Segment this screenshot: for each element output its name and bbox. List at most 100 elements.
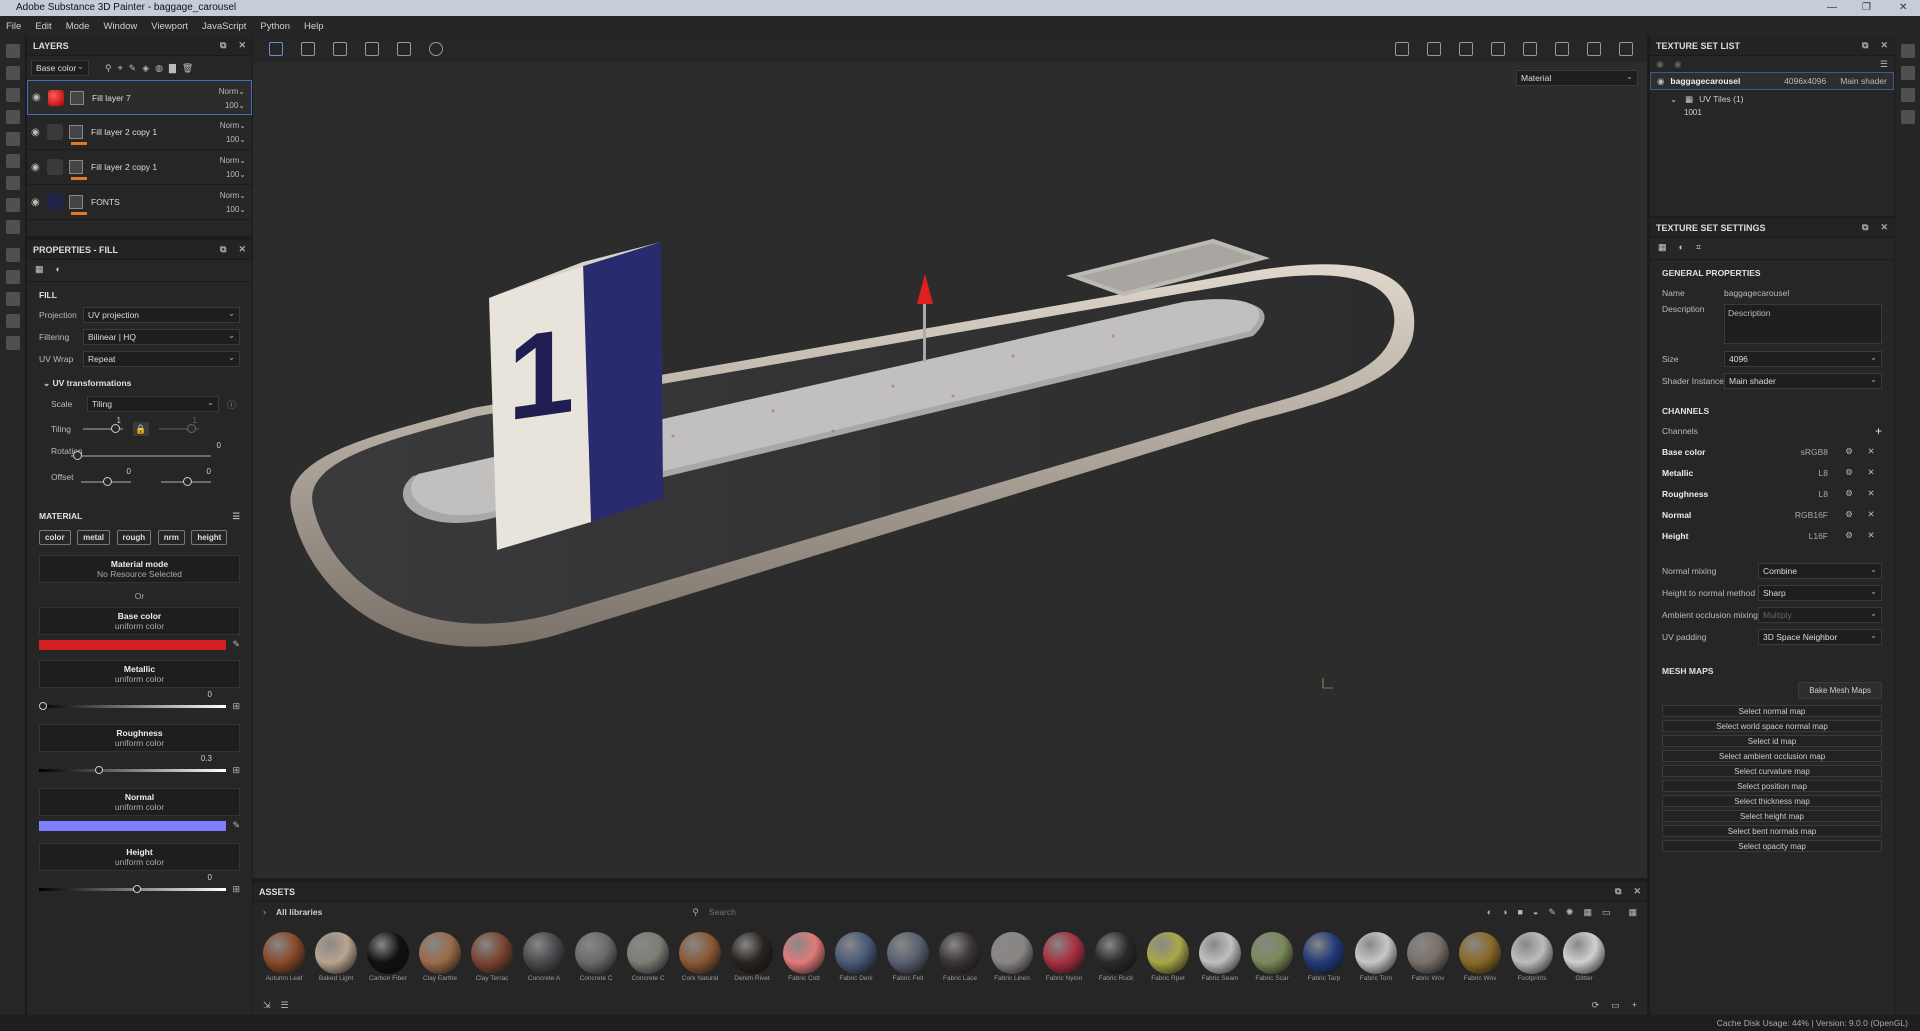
add-group-icon[interactable]: ▇ (169, 63, 176, 74)
grid-size-icon[interactable]: ▦ (1628, 907, 1637, 918)
visibility-eye-icon[interactable]: ◉ (32, 92, 44, 103)
light-icon[interactable] (1555, 42, 1569, 56)
close-panel-icon[interactable]: ✕ (1880, 40, 1888, 51)
add-icon[interactable] (397, 42, 411, 56)
asset-item[interactable]: Fabric Linen (991, 932, 1033, 982)
channel-settings-icon[interactable]: ⚙ (1838, 509, 1860, 520)
screenshot-icon[interactable] (1619, 42, 1633, 56)
log-icon[interactable] (1900, 110, 1915, 124)
tiling-slider[interactable] (83, 424, 123, 433)
display-settings-icon[interactable] (5, 292, 20, 306)
asset-item[interactable]: Baked Light (315, 932, 357, 982)
channel-select[interactable]: Base color (31, 59, 89, 76)
asset-item[interactable]: Fabric Rpet (1147, 932, 1189, 982)
menu-mode[interactable]: Mode (66, 21, 90, 32)
select-mesh-map-button[interactable]: Select height map (1662, 810, 1882, 822)
blend-mode[interactable]: Norm (220, 191, 240, 200)
filter-textures-icon[interactable]: ■ (1517, 907, 1522, 918)
channel-row[interactable]: Height L16F ⚙ ✕ (1650, 525, 1894, 546)
normal-color-swatch[interactable] (39, 820, 227, 831)
window-icon[interactable]: ▭ (1611, 1000, 1620, 1011)
base-color-slot[interactable]: Base color uniform color (39, 607, 240, 635)
paint-brush-icon[interactable] (5, 44, 20, 58)
add-asset-icon[interactable]: + (1632, 1000, 1637, 1011)
chip-rough[interactable]: rough (116, 530, 152, 545)
list-menu-icon[interactable]: ☰ (1880, 59, 1888, 70)
asset-item[interactable]: Footprints (1511, 932, 1553, 982)
menu-viewport[interactable]: Viewport (151, 21, 188, 32)
material-picker-icon[interactable] (5, 176, 20, 190)
assets-search-input[interactable] (708, 907, 1309, 917)
eraser-icon[interactable] (5, 66, 20, 80)
layer-row[interactable]: ◉ FONTS Norm⌄ 100⌄ (27, 185, 252, 220)
select-mesh-map-button[interactable]: Select ambient occlusion map (1662, 750, 1882, 762)
asset-item[interactable]: Fabric Seam (1199, 932, 1241, 982)
import-icon[interactable]: ⇲ (263, 1000, 271, 1011)
select-mesh-map-button[interactable]: Select id map (1662, 735, 1882, 747)
add-channel-icon[interactable]: + (1875, 424, 1882, 438)
add-smart-material-icon[interactable]: ◍ (155, 63, 163, 74)
brush-mode-icon[interactable] (1587, 42, 1601, 56)
all-libraries[interactable]: All libraries (276, 907, 322, 917)
channel-format[interactable]: L16F (1792, 531, 1828, 541)
add-paint-layer-icon[interactable]: ✎ (129, 63, 137, 74)
menu-help[interactable]: Help (304, 21, 324, 32)
texture-set-list-icon[interactable] (1900, 44, 1915, 58)
chevron-down-icon[interactable]: ⌄ (1670, 94, 1677, 105)
asset-item[interactable]: Carbon Fiber (367, 932, 409, 982)
tiling-slider-y[interactable] (159, 424, 199, 433)
base-color-swatch[interactable] (39, 639, 227, 650)
normal-mixing-select[interactable]: Combine (1758, 562, 1882, 579)
remove-channel-icon[interactable]: ✕ (1860, 509, 1882, 520)
description-field[interactable]: Description (1724, 304, 1882, 344)
select-mesh-map-button[interactable]: Select opacity map (1662, 840, 1882, 852)
history-icon[interactable] (5, 336, 20, 350)
refresh-icon[interactable] (429, 42, 443, 56)
chip-nrm[interactable]: nrm (157, 530, 185, 545)
material-mode-slot[interactable]: Material mode No Resource Selected (39, 555, 240, 583)
asset-item[interactable]: Fabric Wov (1407, 932, 1449, 982)
asset-item[interactable]: Fabric Cott (783, 932, 825, 982)
chip-color[interactable]: color (39, 530, 71, 545)
minimize-icon[interactable]: — (1827, 0, 1837, 16)
remove-channel-icon[interactable]: ✕ (1860, 530, 1882, 541)
reload-icon[interactable]: ⟳ (1592, 1000, 1600, 1011)
channel-settings-icon[interactable]: ⚙ (1838, 530, 1860, 541)
shelf-icon[interactable] (5, 270, 20, 284)
menu-edit[interactable]: Edit (35, 21, 51, 32)
asset-item[interactable]: Glitter (1563, 932, 1605, 982)
visibility-eye-icon[interactable]: ◉ (31, 127, 43, 138)
height-slot[interactable]: Height uniform color (39, 843, 240, 871)
restore-icon[interactable]: ❐ (1862, 0, 1871, 16)
roughness-slot[interactable]: Roughness uniform color (39, 724, 240, 752)
link-map-icon[interactable]: ⊞ (232, 701, 240, 712)
layer-row[interactable]: ◉ Fill layer 2 copy 1 Norm⌄ 100⌄ (27, 115, 252, 150)
metallic-slider[interactable] (39, 702, 227, 710)
asset-item[interactable]: Fabric Felt (887, 932, 929, 982)
uv-tile[interactable]: 1001 (1650, 108, 1894, 124)
asset-item[interactable]: Fabric Nylon (1043, 932, 1085, 982)
chip-height[interactable]: height (191, 530, 228, 545)
channel-format[interactable]: RGB16F (1792, 510, 1828, 520)
projection-select[interactable]: UV projection (83, 306, 240, 323)
chip-metal[interactable]: metal (77, 530, 110, 545)
rotation-slider[interactable] (71, 451, 211, 460)
channel-format[interactable]: L8 (1792, 468, 1828, 478)
grid-view-icon[interactable] (269, 42, 283, 56)
filter-brushes-icon[interactable]: ✎ (1548, 907, 1556, 918)
metallic-slot[interactable]: Metallic uniform color (39, 660, 240, 688)
visibility-eye-icon[interactable]: ◉ (1656, 59, 1664, 70)
visibility-eye-icon[interactable]: ◉ (1657, 76, 1664, 87)
layer-mask-thumbnail[interactable] (69, 160, 83, 174)
channel-row[interactable]: Normal RGB16F ⚙ ✕ (1650, 504, 1894, 525)
info-icon[interactable]: ⓘ (227, 398, 236, 411)
undock-icon[interactable]: ⧉ (1615, 886, 1621, 897)
close-panel-icon[interactable]: ✕ (1880, 222, 1888, 233)
layer-row[interactable]: ◉ Fill layer 2 copy 1 Norm⌄ 100⌄ (27, 150, 252, 185)
ao-mixing-select[interactable]: Multiply (1758, 606, 1882, 623)
roughness-slider[interactable] (39, 766, 227, 774)
uvwrap-select[interactable]: Repeat (83, 350, 240, 367)
uv-padding-select[interactable]: 3D Space Neighbor (1758, 628, 1882, 645)
bake-icon[interactable] (5, 198, 20, 212)
camera-perspective-icon[interactable] (1459, 42, 1473, 56)
